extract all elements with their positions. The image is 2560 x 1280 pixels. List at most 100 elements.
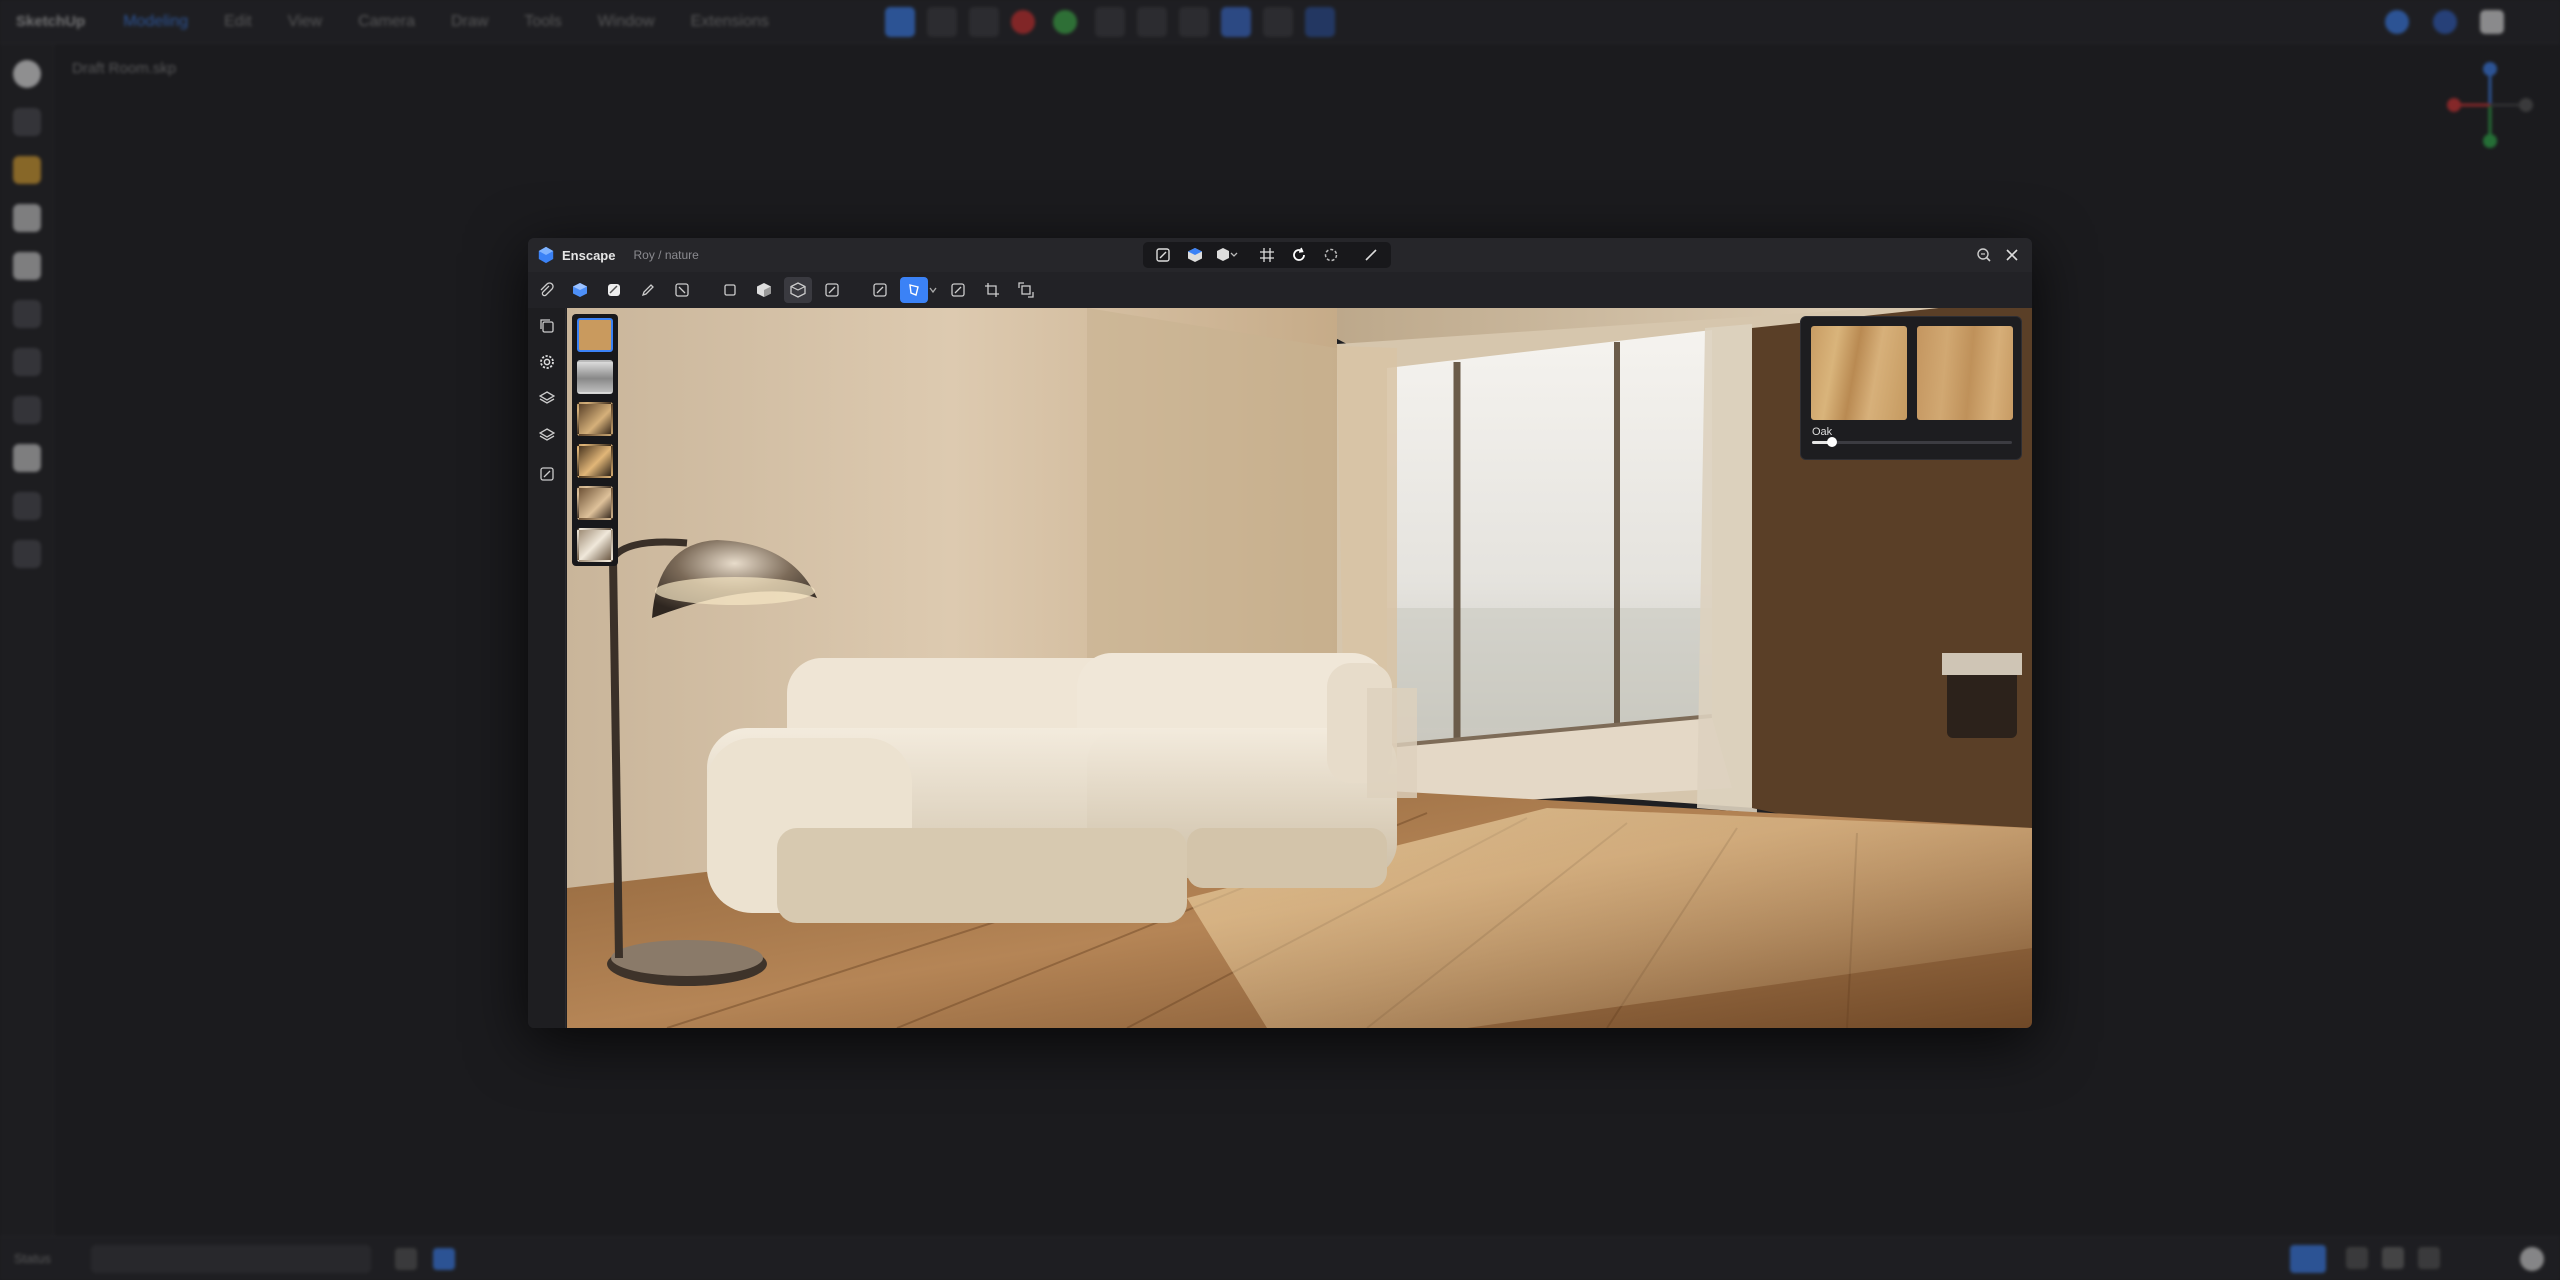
window-subtitle: Roy / nature xyxy=(633,248,699,262)
edit-box-icon[interactable] xyxy=(528,456,566,492)
paint-icon[interactable] xyxy=(1052,9,1077,34)
host-app-name: SketchUp xyxy=(16,13,86,30)
material-name: Oak xyxy=(1812,426,1833,438)
material-swatch-oak[interactable] xyxy=(1811,326,1907,420)
material-slider[interactable] xyxy=(1812,437,2012,447)
close-icon[interactable] xyxy=(2000,244,2024,266)
move-icon[interactable] xyxy=(12,396,41,424)
components-icon[interactable] xyxy=(12,540,41,568)
status-tool-icon[interactable] xyxy=(2418,1247,2440,1269)
material-swatch-oak-light[interactable] xyxy=(1917,326,2013,420)
slash-tool-icon[interactable] xyxy=(668,277,696,303)
material-editor-icon[interactable] xyxy=(600,277,628,303)
paint-bucket-icon[interactable] xyxy=(12,252,41,280)
status-tool-icon[interactable] xyxy=(2346,1247,2368,1269)
enscape-toolbar xyxy=(528,272,2032,308)
push-pull-icon[interactable] xyxy=(12,348,41,376)
host-menu-tools[interactable]: Tools xyxy=(524,13,561,31)
search-icon[interactable] xyxy=(12,108,41,136)
status-tool-active-icon[interactable] xyxy=(2290,1245,2326,1273)
attach-icon[interactable] xyxy=(532,277,560,303)
scene-thumbnails xyxy=(572,314,618,566)
help-icon[interactable] xyxy=(2433,10,2457,34)
stack-icon[interactable] xyxy=(528,416,566,452)
enscape-window: Enscape Roy / nature Oak xyxy=(528,238,2032,1028)
tape-tool-icon[interactable] xyxy=(1262,6,1293,37)
sync-icon[interactable] xyxy=(1315,243,1347,267)
status-tool-icon[interactable] xyxy=(2382,1247,2404,1269)
host-menu-view[interactable]: View xyxy=(288,13,322,31)
layers-icon[interactable] xyxy=(528,380,566,416)
refresh-icon[interactable] xyxy=(1283,243,1315,267)
edit-box-icon[interactable] xyxy=(866,277,894,303)
zoom-extents-icon[interactable] xyxy=(394,1247,417,1270)
pencil-tool-icon[interactable] xyxy=(926,6,957,37)
tag-icon[interactable] xyxy=(12,444,41,472)
asset-library-icon[interactable] xyxy=(566,277,594,303)
thumbnail-room-view[interactable] xyxy=(577,528,613,562)
crop-icon[interactable] xyxy=(978,277,1006,303)
wire-cube-tool-icon[interactable] xyxy=(784,277,812,303)
edit-box-icon[interactable] xyxy=(818,277,846,303)
layers-tool-icon[interactable] xyxy=(1094,6,1125,37)
frame-tool-icon[interactable] xyxy=(1304,6,1335,37)
status-settings-icon[interactable] xyxy=(2520,1247,2544,1271)
notification-icon[interactable] xyxy=(2480,10,2504,34)
view-mode-toolbar xyxy=(1143,242,1391,268)
host-menu-modeling[interactable]: Modeling xyxy=(123,13,188,31)
chevron-down-icon[interactable] xyxy=(928,277,938,303)
grid-icon[interactable] xyxy=(1251,243,1283,267)
status-search-input[interactable] xyxy=(90,1244,371,1273)
record-icon[interactable] xyxy=(1010,9,1035,34)
measure-icon[interactable] xyxy=(1355,243,1387,267)
host-file-tab[interactable]: Draft Room.skp xyxy=(72,60,176,77)
brush-icon[interactable] xyxy=(12,492,41,520)
thumbnail-wood-material[interactable] xyxy=(577,318,613,352)
material-slider-handle[interactable] xyxy=(1827,437,1837,447)
rotate-box-icon[interactable] xyxy=(1012,277,1040,303)
eraser-icon[interactable] xyxy=(12,204,41,232)
host-menu-edit[interactable]: Edit xyxy=(224,13,252,31)
wand-tool-icon[interactable] xyxy=(1220,6,1251,37)
rectangle-icon[interactable] xyxy=(12,300,41,328)
enscape-titlebar[interactable]: Enscape Roy / nature xyxy=(528,238,2032,272)
host-menu-window[interactable]: Window xyxy=(598,13,655,31)
scenes-icon[interactable] xyxy=(432,1247,455,1270)
square-tool-icon[interactable] xyxy=(716,277,744,303)
status-label: Status xyxy=(14,1251,51,1266)
enscape-logo-icon xyxy=(538,246,554,264)
axis-gizmo-icon xyxy=(2447,62,2533,148)
cube-tool-icon[interactable] xyxy=(750,277,778,303)
edit-box-icon[interactable] xyxy=(944,277,972,303)
host-left-toolbar xyxy=(0,44,54,1236)
host-statusbar: Status xyxy=(0,1236,2560,1280)
lasso-select-icon[interactable] xyxy=(900,277,928,303)
host-menu-extensions[interactable]: Extensions xyxy=(691,13,769,31)
window-actions xyxy=(1968,244,2024,266)
cube-view-icon[interactable] xyxy=(1179,243,1211,267)
thumbnail-room-view[interactable] xyxy=(577,486,613,520)
grid-tool-icon[interactable] xyxy=(1136,6,1167,37)
host-menu-draw[interactable]: Draw xyxy=(451,13,488,31)
material-dropdown-icon[interactable] xyxy=(1211,243,1243,267)
select-tool-icon[interactable] xyxy=(884,6,915,37)
window-title: Enscape xyxy=(562,247,616,263)
thumbnail-ceiling[interactable] xyxy=(577,360,613,394)
thumbnail-room-view[interactable] xyxy=(577,402,613,436)
zoom-icon[interactable] xyxy=(1972,244,1996,266)
material-panel: Oak xyxy=(1800,316,2022,460)
host-menubar: SketchUp Modeling Edit View Camera Draw … xyxy=(0,0,2560,44)
thumbnail-room-view[interactable] xyxy=(577,444,613,478)
enscape-sidebar xyxy=(528,308,566,1028)
select-icon[interactable] xyxy=(12,60,41,88)
settings-gear-icon[interactable] xyxy=(528,344,566,380)
user-icon[interactable] xyxy=(2385,10,2409,34)
host-menu-camera[interactable]: Camera xyxy=(358,13,415,31)
brush-tool-icon[interactable] xyxy=(1178,6,1209,37)
host-toolbar xyxy=(884,6,1347,37)
pen-icon[interactable] xyxy=(634,277,662,303)
copy-icon[interactable] xyxy=(528,308,566,344)
edit-view-icon[interactable] xyxy=(1147,243,1179,267)
move-tool-icon[interactable] xyxy=(968,6,999,37)
pencil-icon[interactable] xyxy=(12,156,41,184)
